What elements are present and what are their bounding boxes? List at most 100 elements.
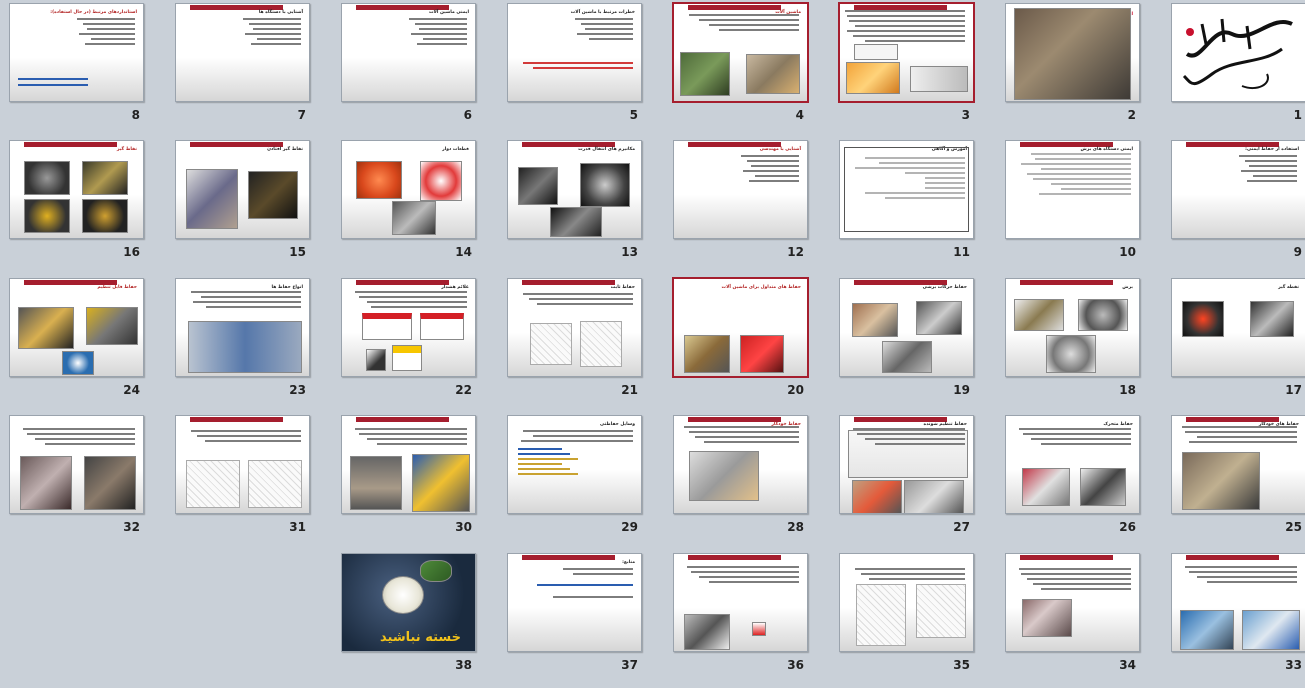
slide-preview[interactable]: حفاظ متحرک (1005, 415, 1140, 514)
slide-preview[interactable]: انواع حفاظ ها (175, 278, 310, 377)
slide-preview[interactable]: علائم هشدار (341, 278, 476, 377)
slide-thumbnail-1[interactable]: 1 (1166, 0, 1305, 138)
text-line (853, 35, 965, 37)
slide-thumbnail-19[interactable]: حفاظ حرکات برشی 19 (834, 275, 998, 413)
slide-title: حفاظ حرکات برشی (922, 285, 967, 290)
slide-thumbnail-14[interactable]: قطعات دوار 14 (336, 137, 500, 275)
slide-thumbnail-13[interactable]: مکانیزم های انتقال قدرت 13 (502, 137, 666, 275)
slide-image (186, 169, 238, 229)
text-line (875, 443, 965, 445)
slide-preview[interactable]: ایمنی ماشین آلات (341, 3, 476, 102)
slide-thumbnail-7[interactable]: آشنایی با دستگاه ها 7 (170, 0, 334, 138)
slide-thumbnail-30[interactable]: 30 (336, 412, 500, 550)
slide-thumbnail-27[interactable]: حفاظ تنظیم شونده 27 (834, 412, 998, 550)
slide-thumbnail-21[interactable]: حفاظ ثابت 21 (502, 275, 666, 413)
slide-thumbnail-20[interactable]: حفاظ های متداول برای ماشین آلات 20 (668, 275, 832, 413)
slide-preview[interactable]: استفاده از حفاظ ایمنی: (1171, 140, 1305, 239)
slide-image (62, 351, 94, 375)
slide-thumbnail-16[interactable]: نقاط گیر 16 (4, 137, 168, 275)
slide-thumbnail-22[interactable]: علائم هشدار 22 (336, 275, 500, 413)
slide-thumbnail-35[interactable]: 35 (834, 550, 998, 688)
text-line (377, 443, 467, 445)
slide-preview[interactable] (341, 415, 476, 514)
slide-thumbnail-33[interactable]: 33 (1166, 550, 1305, 688)
slide-thumbnail-10[interactable]: ایمنی دستگاه های برش 10 (1000, 137, 1164, 275)
slide-preview[interactable]: ایمنی دستگاه های برش (1005, 140, 1140, 239)
slide-thumbnail-3[interactable]: 3 (834, 0, 998, 138)
slide-thumbnail-37[interactable]: منابع: 37 (502, 550, 666, 688)
slide-preview[interactable] (1171, 3, 1305, 102)
slide-number: 19 (953, 383, 970, 397)
slide-preview[interactable]: نقاط گیر افتادن (175, 140, 310, 239)
slide-number: 10 (1119, 245, 1136, 259)
slide-thumbnail-36[interactable]: 36 (668, 550, 832, 688)
slide-preview[interactable]: قطعات دوار (341, 140, 476, 239)
slide-preview[interactable]: حفاظ تنظیم شونده (839, 415, 974, 514)
slide-thumbnail-25[interactable]: حفاظ های خودکار 25 (1166, 412, 1305, 550)
slide-thumbnail-2[interactable]: ایمنی ماشین آلات 2 (1000, 0, 1164, 138)
slide-thumbnail-23[interactable]: انواع حفاظ ها 23 (170, 275, 334, 413)
slide-thumbnail-8[interactable]: استانداردهای مرتبط (در حال استفاده): 8 (4, 0, 168, 138)
slide-preview[interactable]: استانداردهای مرتبط (در حال استفاده): (9, 3, 144, 102)
text-line (518, 463, 562, 465)
slide-thumbnail-24[interactable]: حفاظ قابل تنظیم 24 (4, 275, 168, 413)
slide-preview[interactable]: آشنایی با دستگاه ها (175, 3, 310, 102)
slide-preview[interactable]: ماشین آلات (673, 3, 808, 102)
text-line (1019, 568, 1131, 570)
slide-preview[interactable]: خسته نباشید (341, 553, 476, 652)
slide-preview[interactable]: نقاط گیر (9, 140, 144, 239)
slide-thumbnail-18[interactable]: برش 18 (1000, 275, 1164, 413)
slide-preview[interactable] (839, 553, 974, 652)
slide-header-bar (190, 417, 284, 422)
rose-image (382, 576, 424, 614)
slide-preview[interactable] (1171, 553, 1305, 652)
slide-preview[interactable] (9, 415, 144, 514)
text-line (18, 78, 88, 80)
text-line (861, 573, 965, 575)
slide-thumbnail-11[interactable]: آموزش و آگاهی 11 (834, 137, 998, 275)
slide-preview[interactable]: حفاظ حرکات برشی (839, 278, 974, 377)
slide-preview[interactable] (1005, 553, 1140, 652)
slide-thumbnail-17[interactable]: نقطه گیر 17 (1166, 275, 1305, 413)
slide-preview[interactable]: آشنایی با مهندسی (673, 140, 808, 239)
slide-thumbnail-15[interactable]: نقاط گیر افتادن 15 (170, 137, 334, 275)
slide-thumbnail-38[interactable]: خسته نباشید 38 (336, 550, 500, 688)
slide-frame (844, 147, 969, 232)
text-line (743, 170, 799, 172)
slide-preview[interactable]: خطرات مرتبط با ماشین آلات (507, 3, 642, 102)
slide-number: 26 (1119, 520, 1136, 534)
slide-preview[interactable]: حفاظ خودکار (673, 415, 808, 514)
slide-thumbnail-26[interactable]: حفاظ متحرک 26 (1000, 412, 1164, 550)
slide-preview[interactable] (673, 553, 808, 652)
slide-thumbnail-31[interactable]: 31 (170, 412, 334, 550)
slide-preview[interactable]: منابع: (507, 553, 642, 652)
text-line (1253, 175, 1297, 177)
text-line (704, 441, 799, 443)
slide-preview[interactable]: آموزش و آگاهی (839, 140, 974, 239)
slide-number: 9 (1293, 245, 1302, 259)
slide-preview[interactable]: حفاظ ثابت (507, 278, 642, 377)
slide-preview[interactable]: نقطه گیر (1171, 278, 1305, 377)
slide-thumbnail-5[interactable]: خطرات مرتبط با ماشین آلات 5 (502, 0, 666, 138)
slide-image (86, 307, 138, 345)
slide-thumbnail-4[interactable]: ماشین آلات 4 (668, 0, 832, 138)
slide-preview[interactable] (175, 415, 310, 514)
slide-thumbnail-12[interactable]: آشنایی با مهندسی 12 (668, 137, 832, 275)
link-line[interactable] (537, 584, 633, 586)
slide-preview[interactable]: حفاظ های خودکار (1171, 415, 1305, 514)
slide-preview[interactable]: وسایل حفاظتی (507, 415, 642, 514)
slide-thumbnail-6[interactable]: ایمنی ماشین آلات 6 (336, 0, 500, 138)
slide-preview[interactable]: حفاظ های متداول برای ماشین آلات (673, 278, 808, 377)
slide-preview[interactable]: مکانیزم های انتقال قدرت (507, 140, 642, 239)
slide-preview[interactable]: حفاظ قابل تنظیم (9, 278, 144, 377)
slide-preview[interactable]: ایمنی ماشین آلات (1005, 3, 1140, 102)
slide-preview[interactable]: برش (1005, 278, 1140, 377)
slide-thumbnail-32[interactable]: 32 (4, 412, 168, 550)
slide-thumbnail-9[interactable]: استفاده از حفاظ ایمنی: 9 (1166, 137, 1305, 275)
slide-number: 38 (455, 658, 472, 672)
slide-number: 18 (1119, 383, 1136, 397)
slide-thumbnail-34[interactable]: 34 (1000, 550, 1164, 688)
slide-thumbnail-29[interactable]: وسایل حفاظتی 29 (502, 412, 666, 550)
slide-thumbnail-28[interactable]: حفاظ خودکار 28 (668, 412, 832, 550)
slide-preview[interactable] (839, 3, 974, 102)
